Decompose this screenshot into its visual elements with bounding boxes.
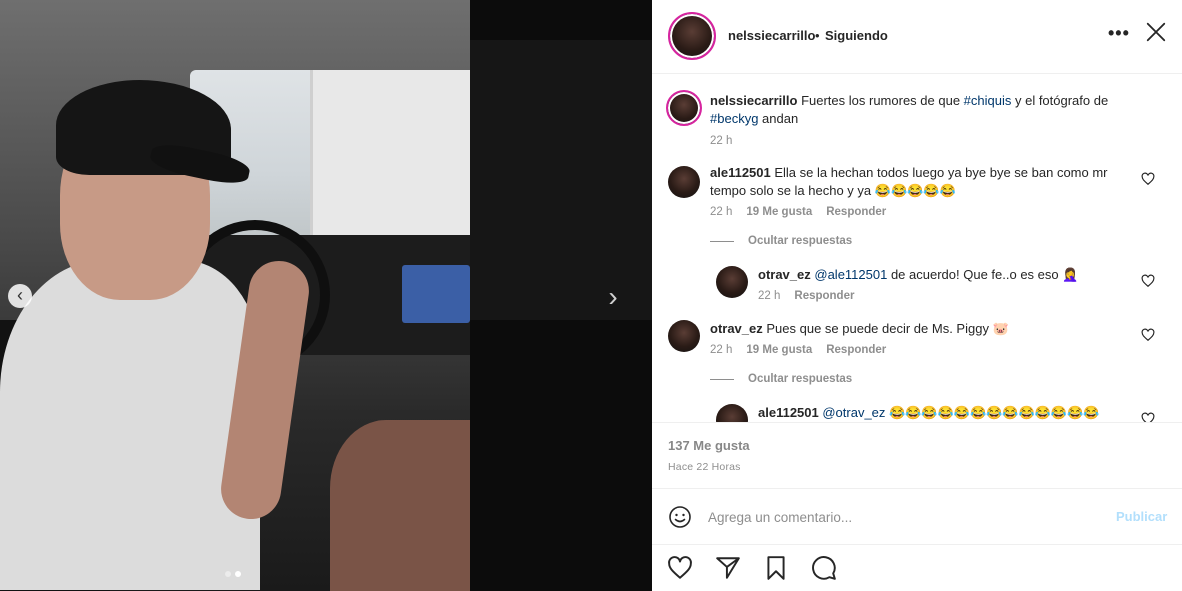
heart-icon[interactable] — [667, 555, 693, 581]
reply-button[interactable]: Responder — [826, 344, 886, 356]
avatar[interactable] — [668, 166, 700, 198]
likes-count[interactable]: 137 Me gusta — [668, 438, 750, 453]
carousel-dots — [225, 571, 241, 577]
avatar[interactable] — [668, 12, 716, 60]
reply-button[interactable]: Responder — [826, 206, 886, 218]
follow-status-button[interactable]: Siguiendo — [825, 28, 888, 43]
comment-username[interactable]: otrav_ez — [710, 321, 763, 336]
mention-link[interactable]: @otrav_ez — [822, 405, 885, 420]
carousel-dot-active — [235, 571, 241, 577]
hashtag-link[interactable]: #chiquis — [964, 93, 1012, 108]
caption-part: y el fotógrafo de — [1011, 93, 1109, 108]
avatar[interactable] — [716, 404, 748, 422]
caption-time: 22 h — [710, 135, 733, 147]
post-modal: ‹ › nelssiecarrillo • Siguiendo ••• nels… — [0, 0, 1182, 591]
hide-replies-button[interactable]: Ocultar respuestas — [710, 235, 852, 247]
carousel-dot — [225, 571, 231, 577]
post-sidebar: nelssiecarrillo • Siguiendo ••• nelssiec… — [652, 0, 1182, 591]
comment-icon[interactable] — [811, 555, 837, 581]
heart-icon[interactable] — [1141, 412, 1155, 422]
caption-text: nelssiecarrillo Fuertes los rumores de q… — [710, 92, 1150, 128]
send-icon[interactable] — [715, 555, 741, 581]
avatar[interactable] — [668, 320, 700, 352]
chevron-left-icon[interactable]: ‹ — [8, 284, 32, 308]
reply-button[interactable]: Responder — [794, 290, 854, 302]
heart-icon[interactable] — [1141, 172, 1155, 186]
avatar[interactable] — [666, 90, 702, 126]
heart-icon[interactable] — [1141, 328, 1155, 342]
comment-likes[interactable]: 19 Me gusta — [746, 344, 812, 356]
header-username[interactable]: nelssiecarrillo — [728, 28, 815, 43]
hide-replies-label: Ocultar respuestas — [748, 235, 853, 247]
post-stats: 137 Me gusta Hace 22 Horas — [652, 422, 1182, 488]
reply-text: ale112501 @otrav_ez 😂😂😂😂😂😂😂😂😂😂😂😂😂 — [758, 404, 1138, 422]
heart-icon[interactable] — [1141, 274, 1155, 288]
passenger-leg — [330, 420, 470, 591]
reply-body: de acuerdo! Que fe..o es eso 🤦‍♀️ — [887, 267, 1079, 282]
header-separator: • — [815, 28, 820, 43]
caption-part: Fuertes los rumores de que — [801, 93, 964, 108]
caption-meta: 22 h — [710, 135, 732, 147]
comment-meta: 22 h 19 Me gusta Responder — [710, 344, 886, 356]
caption-part: andan — [758, 111, 799, 126]
backdrop-shadow — [470, 40, 652, 320]
post-timestamp[interactable]: Hace 22 Horas — [668, 461, 741, 473]
toggle-line — [710, 240, 734, 242]
emoji-icon[interactable] — [668, 505, 692, 529]
avatar[interactable] — [716, 266, 748, 298]
comment-text: otrav_ez Pues que se puede decir de Ms. … — [710, 320, 1130, 338]
comment-meta: 22 h 19 Me gusta Responder — [710, 206, 886, 218]
hashtag-link[interactable]: #beckyg — [710, 111, 758, 126]
reply-username[interactable]: otrav_ez — [758, 267, 811, 282]
reply-body: 😂😂😂😂😂😂😂😂😂😂😂😂😂 — [885, 405, 1100, 420]
hide-replies-label: Ocultar respuestas — [748, 373, 853, 385]
reply-meta: 22 h Responder — [758, 290, 854, 302]
close-icon[interactable] — [1145, 21, 1167, 43]
comment-time: 22 h — [710, 344, 733, 356]
comment-body: Pues que se puede decir de Ms. Piggy 🐷 — [766, 321, 1009, 336]
post-header: nelssiecarrillo • Siguiendo ••• — [652, 0, 1182, 74]
comment-time: 22 h — [710, 206, 733, 218]
reply-username[interactable]: ale112501 — [758, 405, 819, 420]
comment-input[interactable] — [708, 506, 1098, 528]
more-icon[interactable]: ••• — [1108, 23, 1130, 44]
hide-replies-button[interactable]: Ocultar respuestas — [710, 373, 852, 385]
person-shirt — [0, 260, 260, 590]
publish-button[interactable]: Publicar — [1116, 509, 1167, 524]
comment-username[interactable]: ale112501 — [710, 165, 771, 180]
comment-likes[interactable]: 19 Me gusta — [746, 206, 812, 218]
comment-text: ale112501 Ella se la hechan todos luego … — [710, 164, 1130, 200]
car-screen — [402, 265, 470, 323]
reply-text: otrav_ez @ale112501 de acuerdo! Que fe..… — [758, 266, 1128, 284]
mention-link[interactable]: @ale112501 — [814, 267, 887, 282]
post-media-photo[interactable]: ‹ — [0, 0, 470, 591]
toggle-line — [710, 378, 734, 380]
reply-time: 22 h — [758, 290, 781, 302]
chevron-right-icon[interactable]: › — [600, 283, 626, 311]
truck-background — [310, 70, 470, 240]
comment-form: Publicar — [652, 488, 1182, 544]
comments-list[interactable]: nelssiecarrillo Fuertes los rumores de q… — [652, 74, 1182, 422]
post-actions — [652, 544, 1182, 591]
caption-username[interactable]: nelssiecarrillo — [710, 93, 797, 108]
bookmark-icon[interactable] — [763, 555, 789, 581]
